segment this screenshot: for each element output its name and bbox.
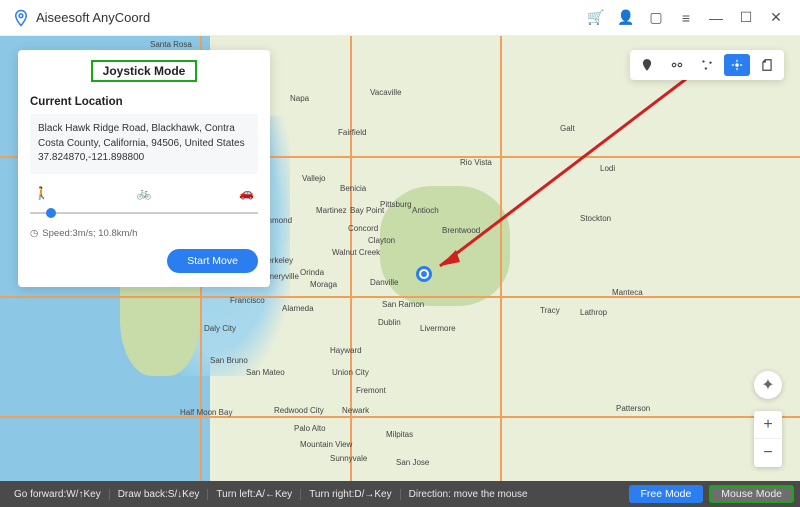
city-label: Stockton: [580, 214, 611, 223]
app-title: Aiseesoft AnyCoord: [36, 10, 150, 25]
minimize-button[interactable]: —: [704, 6, 728, 30]
city-label: Sunnyvale: [330, 454, 367, 463]
modify-location-icon[interactable]: [634, 54, 660, 76]
mode-title: Joystick Mode: [91, 60, 198, 82]
city-label: Moraga: [310, 280, 337, 289]
city-label: Orinda: [300, 268, 324, 277]
city-label: Fremont: [356, 386, 386, 395]
city-label: Brentwood: [442, 226, 480, 235]
speed-slider[interactable]: [30, 204, 258, 222]
city-label: Danville: [370, 278, 398, 287]
city-label: Benicia: [340, 184, 366, 193]
city-label: Daly City: [204, 324, 236, 333]
hint-forward: Go forward:W/↑Key: [6, 489, 110, 500]
joystick-mode-icon[interactable]: [724, 54, 750, 76]
window-restore-icon[interactable]: ▢: [644, 6, 668, 30]
city-label: Fairfield: [338, 128, 366, 137]
city-label: Santa Rosa: [150, 40, 192, 49]
zoom-out-button[interactable]: −: [754, 439, 782, 467]
city-label: Rio Vista: [460, 158, 492, 167]
city-label: Manteca: [612, 288, 643, 297]
map-canvas[interactable]: Santa RosaPetalumaNapaVacavilleFairfield…: [0, 36, 800, 481]
city-label: Alameda: [282, 304, 314, 313]
speed-icons: 🚶 🚲 🚗: [30, 186, 258, 200]
city-label: Mountain View: [300, 440, 352, 449]
hint-back: Draw back:S/↓Key: [110, 489, 209, 500]
city-label: Martinez: [316, 206, 347, 215]
maximize-button[interactable]: ☐: [734, 6, 758, 30]
location-box: Black Hawk Ridge Road, Blackhawk, Contra…: [30, 114, 258, 174]
menu-icon[interactable]: ≡: [674, 6, 698, 30]
compass-button[interactable]: ✦: [754, 371, 782, 399]
city-label: Antioch: [412, 206, 439, 215]
city-label: Lodi: [600, 164, 615, 173]
city-label: Newark: [342, 406, 369, 415]
hint-left: Turn left:A/←Key: [208, 489, 301, 500]
city-label: Bay Point: [350, 206, 384, 215]
gauge-icon: ◷: [30, 228, 38, 239]
hint-direction: Direction: move the mouse: [401, 489, 536, 500]
city-label: Walnut Creek: [332, 248, 380, 257]
bike-icon[interactable]: 🚲: [137, 186, 152, 200]
close-button[interactable]: ✕: [764, 6, 788, 30]
city-label: Francisco: [230, 296, 265, 305]
speed-readout: ◷ Speed:3m/s; 10.8km/h: [30, 228, 258, 239]
city-label: Dublin: [378, 318, 401, 327]
location-coords: 37.824870,-121.898800: [38, 151, 250, 166]
city-label: Lathrop: [580, 308, 607, 317]
zoom-in-button[interactable]: +: [754, 411, 782, 439]
city-label: Union City: [332, 368, 369, 377]
city-label: San Bruno: [210, 356, 248, 365]
logo-icon: [12, 9, 30, 27]
export-icon[interactable]: [754, 54, 780, 76]
walk-icon[interactable]: 🚶: [34, 186, 49, 200]
current-location-marker: [416, 266, 432, 282]
city-label: Livermore: [420, 324, 456, 333]
free-mode-button[interactable]: Free Mode: [629, 485, 704, 503]
mouse-mode-button[interactable]: Mouse Mode: [709, 485, 794, 503]
bottom-bar: Go forward:W/↑Key Draw back:S/↓Key Turn …: [0, 481, 800, 507]
one-stop-icon[interactable]: [664, 54, 690, 76]
city-label: Milpitas: [386, 430, 413, 439]
city-label: Palo Alto: [294, 424, 326, 433]
city-label: Vallejo: [302, 174, 325, 183]
city-label: Half Moon Bay: [180, 408, 232, 417]
joystick-panel: Joystick Mode Current Location Black Haw…: [18, 50, 270, 287]
city-label: Patterson: [616, 404, 650, 413]
cart-icon[interactable]: 🛒: [584, 6, 608, 30]
city-label: San Mateo: [246, 368, 285, 377]
city-label: Hayward: [330, 346, 362, 355]
titlebar: Aiseesoft AnyCoord 🛒 👤 ▢ ≡ — ☐ ✕: [0, 0, 800, 36]
zoom-controls: + −: [754, 411, 782, 467]
city-label: Napa: [290, 94, 309, 103]
location-label: Current Location: [30, 96, 258, 108]
city-label: Tracy: [540, 306, 560, 315]
city-label: Galt: [560, 124, 575, 133]
hint-right: Turn right:D/→Key: [301, 489, 400, 500]
mode-toolbar: [630, 50, 784, 80]
city-label: Concord: [348, 224, 378, 233]
car-icon[interactable]: 🚗: [239, 186, 254, 200]
start-move-button[interactable]: Start Move: [167, 249, 258, 273]
city-label: San Jose: [396, 458, 429, 467]
city-label: San Ramon: [382, 300, 424, 309]
city-label: Clayton: [368, 236, 395, 245]
user-icon[interactable]: 👤: [614, 6, 638, 30]
city-label: Vacaville: [370, 88, 401, 97]
location-address: Black Hawk Ridge Road, Blackhawk, Contra…: [38, 122, 250, 151]
multi-stop-icon[interactable]: [694, 54, 720, 76]
city-label: Pittsburg: [380, 200, 412, 209]
city-label: Redwood City: [274, 406, 324, 415]
